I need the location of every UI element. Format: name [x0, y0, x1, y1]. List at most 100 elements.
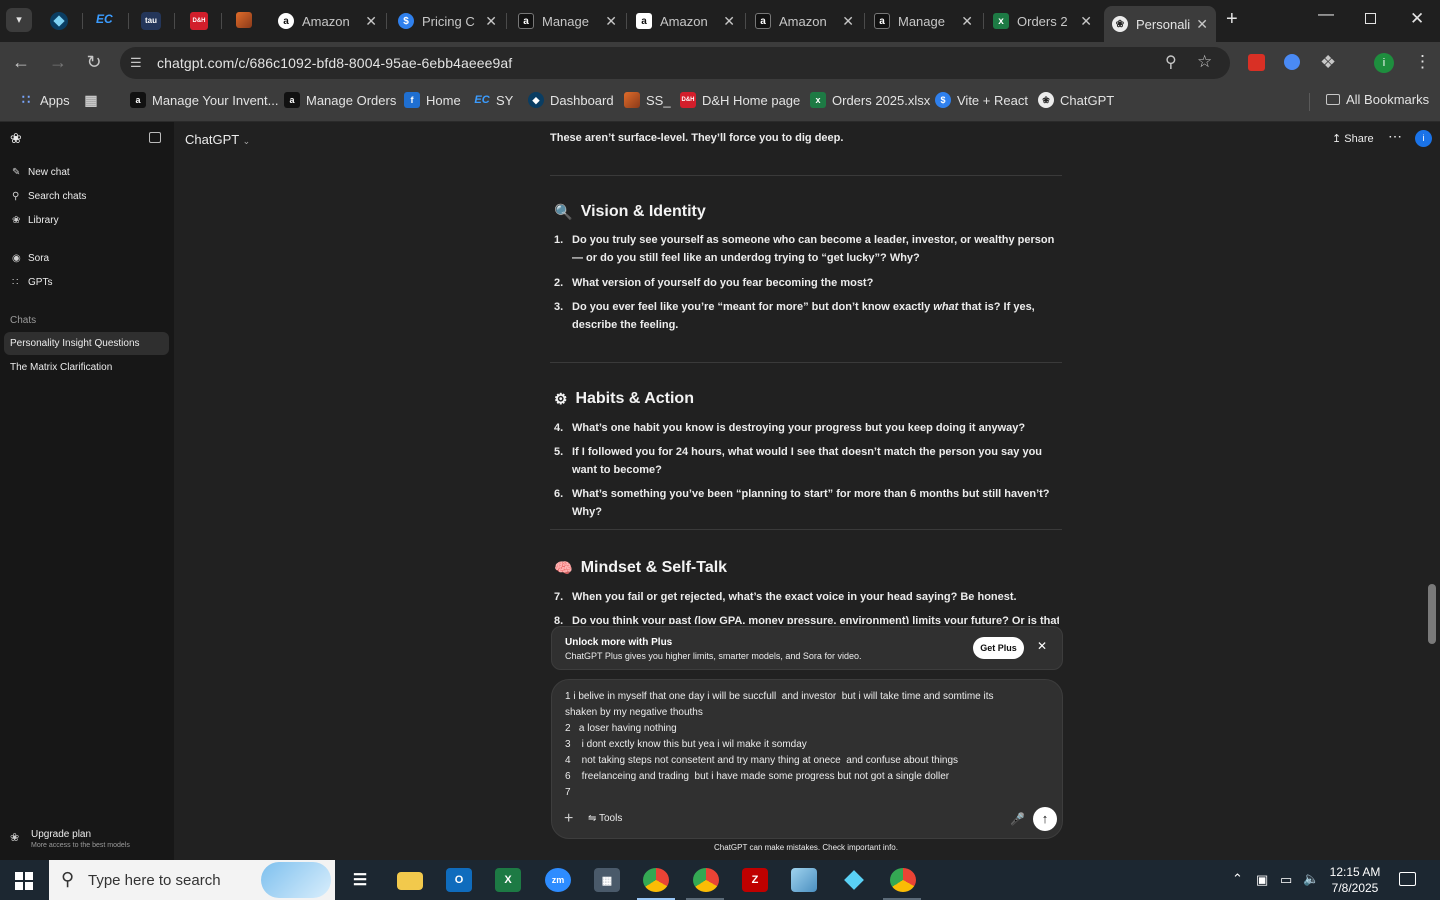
- send-button[interactable]: ↑: [1033, 807, 1057, 831]
- upgrade-plan-button[interactable]: ❀ Upgrade plan More access to the best m…: [10, 828, 170, 854]
- excel-icon[interactable]: X: [495, 868, 521, 892]
- composer-line[interactable]: 2 a loser having nothing: [565, 723, 677, 734]
- close-sidebar-icon[interactable]: [149, 132, 161, 143]
- pdf-extension-icon[interactable]: [1248, 54, 1265, 71]
- library-button[interactable]: ❀ Library: [12, 215, 59, 226]
- user-avatar[interactable]: i: [1415, 130, 1432, 147]
- show-hidden-icons[interactable]: ⌃: [1232, 871, 1243, 887]
- extensions-icon[interactable]: ❖: [1320, 52, 1336, 73]
- page-scrollbar[interactable]: [1428, 584, 1436, 644]
- search-chats-button[interactable]: ⚲ Search chats: [12, 191, 86, 202]
- composer-line[interactable]: 7: [565, 787, 571, 798]
- bookmark-ss[interactable]: SS_: [624, 92, 671, 108]
- composer-line[interactable]: 4 not taking steps not consetent and try…: [565, 755, 958, 766]
- all-bookmarks[interactable]: All Bookmarks: [1326, 92, 1429, 107]
- tab-manage-1[interactable]: a Manage ✕: [510, 6, 625, 36]
- chrome-icon[interactable]: [643, 868, 669, 892]
- close-banner-icon[interactable]: ✕: [1037, 639, 1047, 653]
- close-tab-icon[interactable]: ✕: [1080, 13, 1092, 30]
- notes-app-icon[interactable]: [791, 868, 817, 892]
- close-tab-icon[interactable]: ✕: [1196, 16, 1208, 33]
- share-button[interactable]: ↥ Share: [1332, 132, 1374, 145]
- bookmark-dh-home[interactable]: D&H D&H Home page: [680, 92, 800, 108]
- tab-amazon-3[interactable]: a Amazon ✕: [747, 6, 862, 36]
- diamond-app-icon[interactable]: [841, 868, 867, 892]
- model-selector[interactable]: ChatGPT ⌄: [185, 132, 250, 147]
- restore-button[interactable]: [1365, 13, 1376, 24]
- close-tab-icon[interactable]: ✕: [723, 13, 735, 30]
- composer-line[interactable]: 3 i dont exctly know this but yea i wil …: [565, 739, 807, 750]
- reload-button[interactable]: ↻: [82, 52, 106, 73]
- calculator-icon[interactable]: ▦: [594, 868, 620, 892]
- star-icon[interactable]: ☆: [1197, 52, 1212, 72]
- composer-line[interactable]: 6 freelanceing and trading but i have ma…: [565, 771, 949, 782]
- close-tab-icon[interactable]: ✕: [605, 13, 617, 30]
- pinned-tab-1[interactable]: [50, 12, 68, 30]
- pinned-tab-3[interactable]: tau: [141, 12, 161, 30]
- tab-orders[interactable]: x Orders 2 ✕: [985, 6, 1100, 36]
- zoom-app-icon[interactable]: zm: [545, 868, 571, 892]
- get-plus-button[interactable]: Get Plus: [973, 637, 1024, 659]
- forward-button[interactable]: →: [46, 52, 70, 73]
- network-icon[interactable]: ▭: [1280, 872, 1292, 888]
- bookmark-orders-xlsx[interactable]: x Orders 2025.xlsx: [810, 92, 930, 108]
- tab-pricing[interactable]: $ Pricing C ✕: [390, 6, 505, 36]
- bookmark-manage-inventory[interactable]: a Manage Your Invent...: [130, 92, 278, 108]
- url-text[interactable]: chatgpt.com/c/686c1092-bfd8-8004-95ae-6e…: [157, 55, 512, 71]
- bookmark-dashboard[interactable]: ◆ Dashboard: [528, 92, 614, 108]
- bookmark-home[interactable]: f Home: [404, 92, 461, 108]
- close-window-button[interactable]: ✕: [1410, 9, 1424, 29]
- new-chat-button[interactable]: ✎ New chat: [12, 167, 70, 178]
- file-explorer-icon[interactable]: [397, 872, 423, 890]
- pinned-tab-5[interactable]: [236, 12, 254, 30]
- windows-start-icon[interactable]: [15, 872, 33, 890]
- profile-avatar[interactable]: i: [1374, 53, 1394, 73]
- clock[interactable]: 12:15 AM 7/8/2025: [1315, 864, 1395, 896]
- puzzle-extension-icon-2[interactable]: [1284, 54, 1300, 70]
- add-attachment-icon[interactable]: +: [564, 810, 573, 828]
- message-composer[interactable]: 1 i belive in myself that one day i will…: [551, 679, 1063, 839]
- tab-search-button[interactable]: ▾: [6, 8, 32, 32]
- gpts-button[interactable]: ∷ GPTs: [12, 277, 52, 288]
- tray-app-icon[interactable]: ▣: [1256, 872, 1268, 888]
- openai-logo-icon[interactable]: ❀: [10, 130, 22, 147]
- pinned-tab-2[interactable]: EC: [96, 12, 116, 30]
- bookmark-manage-orders[interactable]: a Manage Orders: [284, 92, 396, 108]
- new-tab-button[interactable]: +: [1226, 8, 1238, 31]
- bookmark-apps[interactable]: ∷ Apps: [18, 92, 70, 108]
- chat-item-personality[interactable]: Personality Insight Questions: [10, 338, 140, 349]
- minimize-button[interactable]: —: [1318, 6, 1334, 24]
- tab-personality[interactable]: ❀ Personali ✕: [1104, 6, 1216, 42]
- close-tab-icon[interactable]: ✕: [365, 13, 377, 30]
- back-button[interactable]: ←: [9, 52, 33, 73]
- bookmark-vite-react[interactable]: $ Vite + React: [935, 92, 1028, 108]
- tab-amazon-2[interactable]: a Amazon ✕: [628, 6, 743, 36]
- tab-manage-2[interactable]: a Manage ✕: [866, 6, 981, 36]
- close-tab-icon[interactable]: ✕: [485, 13, 497, 30]
- bookmark-sy[interactable]: EC SY: [474, 92, 513, 108]
- site-info-icon[interactable]: ☰: [130, 55, 142, 71]
- more-options-icon[interactable]: ⋯: [1388, 128, 1402, 145]
- zoom-icon[interactable]: ⚲: [1165, 52, 1177, 72]
- pinned-tab-4[interactable]: D&H: [190, 12, 208, 30]
- bookmark-folder-grid[interactable]: ▦: [83, 92, 105, 108]
- taskbar-search[interactable]: ⚲ Type here to search: [49, 860, 335, 900]
- chrome-profile-icon[interactable]: [890, 868, 916, 892]
- outlook-icon[interactable]: O: [446, 868, 472, 892]
- notifications-icon[interactable]: [1399, 872, 1416, 886]
- composer-line[interactable]: shaken by my negative thouths: [565, 707, 703, 718]
- address-bar[interactable]: ☰ chatgpt.com/c/686c1092-bfd8-8004-95ae-…: [120, 47, 1230, 79]
- microphone-icon[interactable]: 🎤: [1010, 812, 1025, 826]
- close-tab-icon[interactable]: ✕: [842, 13, 854, 30]
- chat-item-matrix[interactable]: The Matrix Clarification: [10, 362, 112, 373]
- filezilla-icon[interactable]: Z: [742, 868, 768, 892]
- tab-amazon-1[interactable]: a Amazon ✕: [270, 6, 385, 36]
- browser-menu-icon[interactable]: ⋮: [1414, 52, 1431, 72]
- sora-button[interactable]: ◉ Sora: [12, 253, 49, 264]
- tools-button[interactable]: ⇋ Tools: [588, 813, 622, 824]
- close-tab-icon[interactable]: ✕: [961, 13, 973, 30]
- task-view-icon[interactable]: ☰: [347, 868, 373, 892]
- composer-line[interactable]: 1 i belive in myself that one day i will…: [565, 691, 994, 702]
- bookmark-chatgpt[interactable]: ❀ ChatGPT: [1038, 92, 1114, 108]
- chrome-icon[interactable]: [693, 868, 719, 892]
